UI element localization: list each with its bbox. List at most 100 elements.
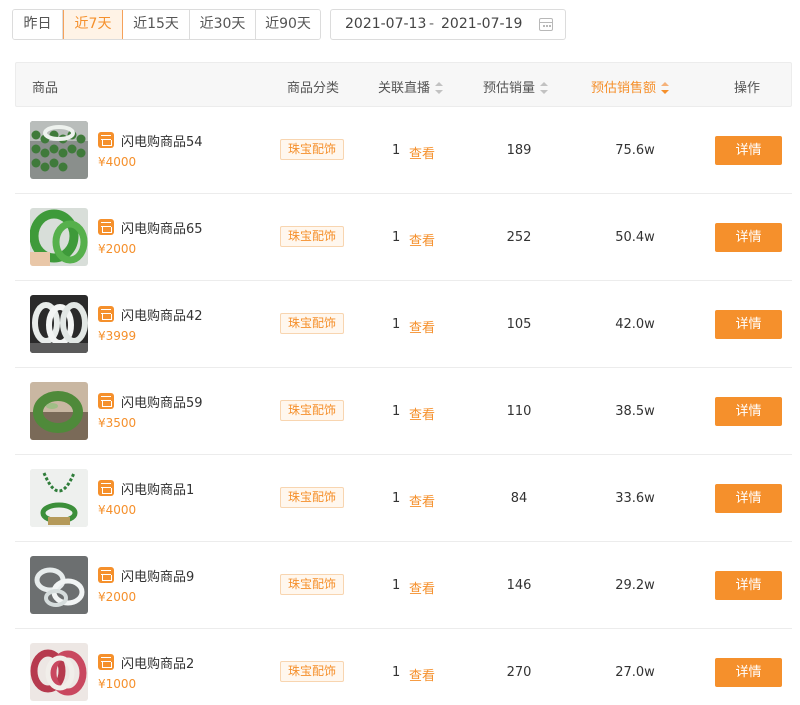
estimated-sales: 110 <box>506 404 532 419</box>
category-tag: 珠宝配饰 <box>280 400 345 421</box>
live-count: 1 <box>392 491 401 506</box>
header-sales[interactable]: 预估销量 <box>483 77 549 96</box>
product-price: ¥3500 <box>98 416 137 430</box>
table-row: 闪电购商品1 ¥4000 珠宝配饰 1 查看 84 33.6w 详情 <box>15 455 792 542</box>
product-price: ¥2000 <box>98 242 137 256</box>
product-price: ¥4000 <box>98 155 137 169</box>
range-30days-tab[interactable]: 近30天 <box>190 10 256 39</box>
product-name[interactable]: 闪电购商品65 <box>121 218 203 237</box>
range-90days-tab[interactable]: 近90天 <box>256 10 320 39</box>
detail-button[interactable]: 详情 <box>715 223 782 252</box>
range-7days-tab[interactable]: 近7天 <box>63 10 123 39</box>
estimated-amount: 38.5w <box>615 404 655 419</box>
table-row: 闪电购商品59 ¥3500 珠宝配饰 1 查看 110 38.5w 详情 <box>15 368 792 455</box>
view-live-link[interactable]: 查看 <box>409 578 435 597</box>
header-amount[interactable]: 预估销售额 <box>591 77 670 96</box>
estimated-sales: 105 <box>506 317 532 332</box>
product-name[interactable]: 闪电购商品9 <box>121 566 194 585</box>
product-thumbnail[interactable] <box>30 556 88 614</box>
category-tag: 珠宝配饰 <box>280 661 345 682</box>
detail-button[interactable]: 详情 <box>715 397 782 426</box>
date-start[interactable]: 2021-07-13 <box>345 16 426 32</box>
category-tag: 珠宝配饰 <box>280 226 345 247</box>
sort-icon[interactable] <box>435 81 444 94</box>
estimated-sales: 146 <box>506 578 532 593</box>
live-count: 1 <box>392 143 401 158</box>
live-count: 1 <box>392 404 401 419</box>
shop-icon <box>98 654 114 670</box>
detail-button[interactable]: 详情 <box>715 310 782 339</box>
product-thumbnail[interactable] <box>30 295 88 353</box>
date-separator: - <box>429 16 435 32</box>
header-amount-label: 预估销售额 <box>591 81 657 96</box>
calendar-icon[interactable] <box>539 18 553 31</box>
live-count: 1 <box>392 578 401 593</box>
header-live-label: 关联直播 <box>378 81 431 96</box>
estimated-amount: 42.0w <box>615 317 655 332</box>
estimated-amount: 29.2w <box>615 578 655 593</box>
shop-icon <box>98 567 114 583</box>
product-name[interactable]: 闪电购商品1 <box>121 479 194 498</box>
date-range-picker[interactable]: 2021-07-13 - 2021-07-19 <box>330 9 566 40</box>
estimated-sales: 270 <box>506 665 532 680</box>
table-row: 闪电购商品42 ¥3999 珠宝配饰 1 查看 105 42.0w 详情 <box>15 281 792 368</box>
table-row: 闪电购商品65 ¥2000 珠宝配饰 1 查看 252 50.4w 详情 <box>15 194 792 281</box>
detail-button[interactable]: 详情 <box>715 136 782 165</box>
product-price: ¥4000 <box>98 503 137 517</box>
table-header: 商品 商品分类 关联直播 预估销量 预估销售额 操作 <box>15 62 792 107</box>
view-live-link[interactable]: 查看 <box>409 143 435 162</box>
detail-button[interactable]: 详情 <box>715 658 782 687</box>
product-thumbnail[interactable] <box>30 643 88 701</box>
category-tag: 珠宝配饰 <box>280 139 345 160</box>
live-count: 1 <box>392 317 401 332</box>
table-row: 闪电购商品2 ¥1000 珠宝配饰 1 查看 270 27.0w 详情 <box>15 629 792 705</box>
product-name[interactable]: 闪电购商品42 <box>121 305 203 324</box>
estimated-sales: 84 <box>510 491 528 506</box>
header-product: 商品 <box>32 81 59 96</box>
sort-icon[interactable] <box>540 81 549 94</box>
range-yesterday-tab[interactable]: 昨日 <box>13 10 63 39</box>
product-price: ¥3999 <box>98 329 137 343</box>
product-name[interactable]: 闪电购商品59 <box>121 392 203 411</box>
table-row: 闪电购商品9 ¥2000 珠宝配饰 1 查看 146 29.2w 详情 <box>15 542 792 629</box>
date-end[interactable]: 2021-07-19 <box>441 16 522 32</box>
shop-icon <box>98 306 114 322</box>
header-live[interactable]: 关联直播 <box>378 77 444 96</box>
product-thumbnail[interactable] <box>30 382 88 440</box>
product-thumbnail[interactable] <box>30 121 88 179</box>
estimated-amount: 33.6w <box>615 491 655 506</box>
estimated-sales: 189 <box>506 143 532 158</box>
product-thumbnail[interactable] <box>30 469 88 527</box>
estimated-amount: 75.6w <box>615 143 655 158</box>
sort-desc-icon[interactable] <box>661 81 670 94</box>
view-live-link[interactable]: 查看 <box>409 665 435 684</box>
product-price: ¥2000 <box>98 590 137 604</box>
view-live-link[interactable]: 查看 <box>409 404 435 423</box>
shop-icon <box>98 480 114 496</box>
detail-button[interactable]: 详情 <box>715 571 782 600</box>
shop-icon <box>98 219 114 235</box>
detail-button[interactable]: 详情 <box>715 484 782 513</box>
product-name[interactable]: 闪电购商品54 <box>121 131 203 150</box>
date-range-tabs: 昨日 近7天 近15天 近30天 近90天 <box>12 9 321 40</box>
view-live-link[interactable]: 查看 <box>409 491 435 510</box>
category-tag: 珠宝配饰 <box>280 574 345 595</box>
product-price: ¥1000 <box>98 677 137 691</box>
product-thumbnail[interactable] <box>30 208 88 266</box>
shop-icon <box>98 132 114 148</box>
header-sales-label: 预估销量 <box>483 81 536 96</box>
estimated-sales: 252 <box>506 230 532 245</box>
range-15days-tab[interactable]: 近15天 <box>123 10 190 39</box>
live-count: 1 <box>392 230 401 245</box>
category-tag: 珠宝配饰 <box>280 313 345 334</box>
estimated-amount: 50.4w <box>615 230 655 245</box>
product-name[interactable]: 闪电购商品2 <box>121 653 194 672</box>
product-table: 商品 商品分类 关联直播 预估销量 预估销售额 操作 闪电购商品54 ¥4000… <box>15 62 792 705</box>
table-row: 闪电购商品54 ¥4000 珠宝配饰 1 查看 189 75.6w 详情 <box>15 107 792 194</box>
category-tag: 珠宝配饰 <box>280 487 345 508</box>
header-action: 操作 <box>734 81 761 96</box>
live-count: 1 <box>392 665 401 680</box>
view-live-link[interactable]: 查看 <box>409 230 435 249</box>
shop-icon <box>98 393 114 409</box>
view-live-link[interactable]: 查看 <box>409 317 435 336</box>
